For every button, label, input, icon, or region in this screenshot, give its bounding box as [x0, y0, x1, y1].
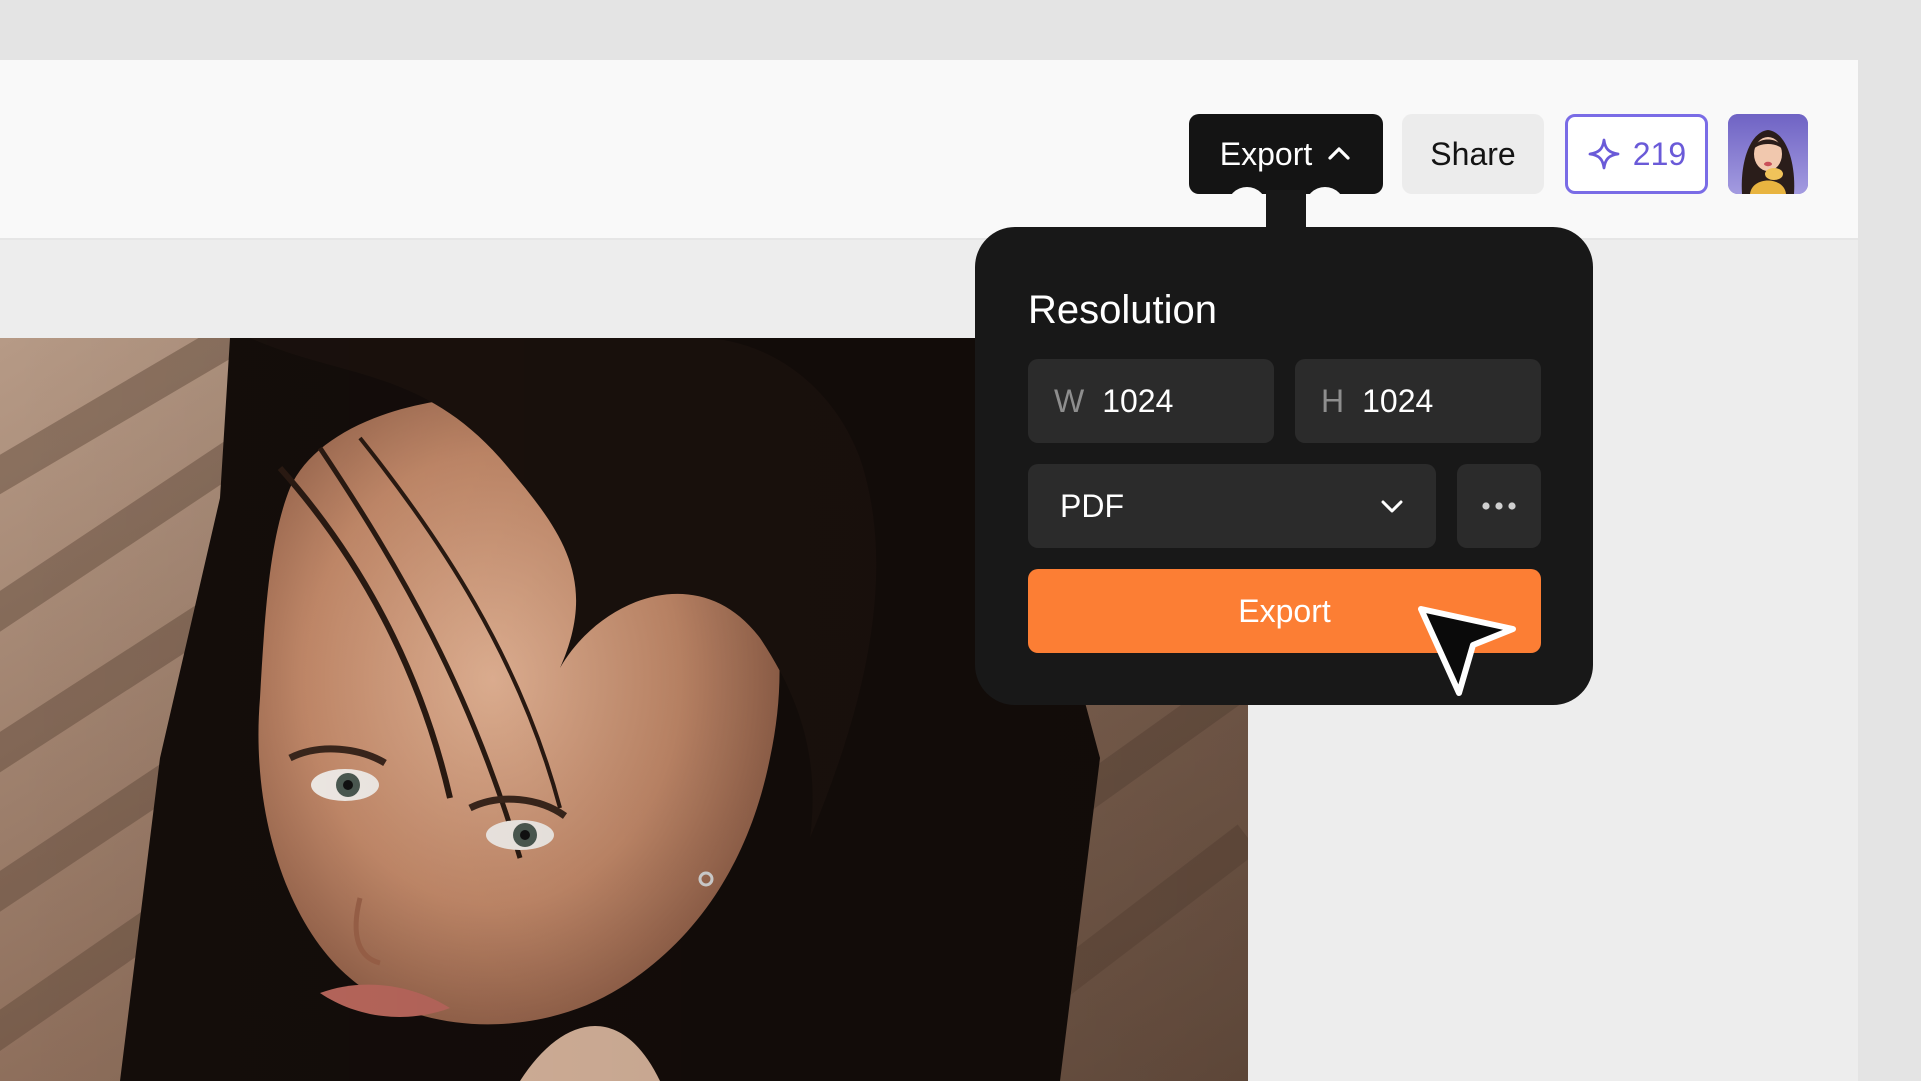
- format-value: PDF: [1060, 487, 1124, 524]
- popover-notch-curve-right: [1305, 187, 1345, 227]
- width-field[interactable]: W 1024: [1028, 359, 1274, 443]
- resolution-title: Resolution: [1028, 288, 1218, 332]
- credits-count: 219: [1632, 135, 1687, 172]
- export-menu-label: Export: [1219, 135, 1313, 172]
- mouse-cursor-icon: [1413, 595, 1523, 705]
- width-prefix: W: [1054, 382, 1085, 419]
- share-button[interactable]: Share: [1402, 114, 1544, 194]
- export-button-label: Export: [1238, 592, 1331, 629]
- ellipsis-icon: [1481, 501, 1517, 511]
- popover-notch: [1266, 190, 1306, 230]
- chevron-up-icon: [1326, 141, 1352, 167]
- more-options-button[interactable]: [1457, 464, 1541, 548]
- export-menu-button[interactable]: Export: [1189, 114, 1383, 194]
- popover-notch-curve-left: [1227, 187, 1267, 227]
- sparkle-icon: [1587, 137, 1621, 171]
- format-select[interactable]: PDF: [1028, 464, 1436, 548]
- credits-button[interactable]: 219: [1565, 114, 1708, 194]
- height-field[interactable]: H 1024: [1295, 359, 1541, 443]
- height-prefix: H: [1321, 382, 1345, 419]
- share-label: Share: [1430, 135, 1516, 172]
- width-value: 1024: [1102, 382, 1174, 419]
- user-avatar[interactable]: [1728, 114, 1808, 194]
- height-value: 1024: [1362, 382, 1434, 419]
- top-toolbar: Export Share 219: [0, 60, 1858, 240]
- chevron-down-icon: [1378, 492, 1406, 520]
